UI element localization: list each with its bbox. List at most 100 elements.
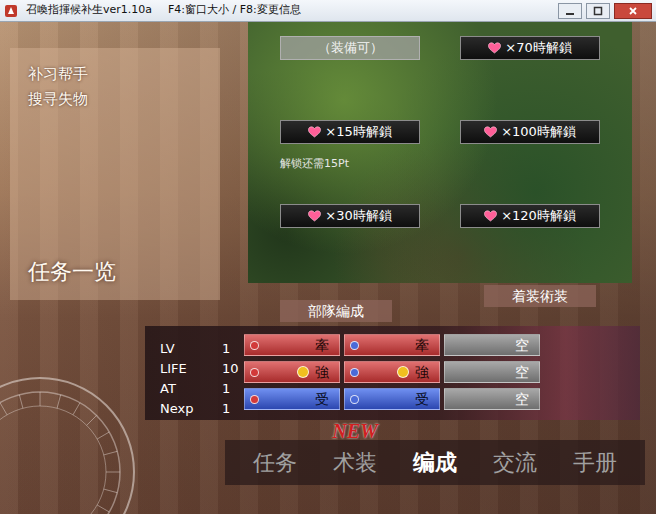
unlock-button[interactable]: ×30時解鎖: [280, 204, 420, 228]
slot-gem-icon: [397, 366, 409, 378]
slot-gem-icon: [250, 341, 259, 350]
unlock-cell: ×15時解鎖解锁还需15Pt: [280, 120, 420, 204]
unlock-grid: （装備可）×70時解鎖×15時解鎖解锁还需15Pt×100時解鎖×30時解鎖×1…: [280, 36, 632, 288]
unlock-button[interactable]: ×100時解鎖: [460, 120, 600, 144]
slot-label[interactable]: 強: [415, 362, 429, 382]
slot-label[interactable]: 空: [515, 362, 529, 382]
formation-slot[interactable]: 強: [344, 361, 440, 383]
formation-slot[interactable]: 強: [244, 361, 340, 383]
maximize-icon[interactable]: [593, 6, 603, 16]
window-title: 召喚指揮候补生ver1.10a: [26, 2, 152, 19]
unlock-label[interactable]: ×120時解鎖: [501, 206, 576, 226]
menu-tab[interactable]: 交流: [475, 440, 555, 485]
unlock-button[interactable]: ×15時解鎖: [280, 120, 420, 144]
formation-slot[interactable]: 受: [344, 388, 440, 410]
slot-label[interactable]: 牽: [415, 335, 429, 355]
unlock-button[interactable]: （装備可）: [280, 36, 420, 60]
formation-slot[interactable]: 空: [444, 361, 540, 383]
section-labels: 部隊編成 着装術装: [248, 283, 632, 322]
main-menu: 任务术装NEW 编成 交流 手册: [225, 440, 645, 485]
stat-label: LV: [160, 339, 222, 359]
slot-gem-icon: [297, 366, 309, 378]
menu-tab[interactable]: 编成: [395, 440, 475, 485]
app-icon: [4, 4, 18, 18]
stat-label: AT: [160, 379, 222, 399]
unlock-cell: （装備可）: [280, 36, 420, 120]
slot-gem-icon: [350, 395, 359, 404]
slot-label[interactable]: 空: [515, 389, 529, 409]
slot-gem-icon: [250, 395, 259, 404]
hotkey-hint: F4:窗口大小 / F8:変更信息: [168, 2, 301, 19]
unlock-button[interactable]: ×70時解鎖: [460, 36, 600, 60]
unlock-cell: ×30時解鎖: [280, 204, 420, 288]
stat-label: Nexp: [160, 399, 222, 419]
stat-label: LIFE: [160, 359, 222, 379]
stat-value: 1: [222, 339, 230, 359]
unlock-button[interactable]: ×120時解鎖: [460, 204, 600, 228]
stats-list: LV1LIFE10AT1Nexp1: [145, 326, 244, 420]
unlock-label[interactable]: ×70時解鎖: [505, 38, 571, 58]
quest-item[interactable]: 补习帮手: [28, 62, 202, 87]
game-screen: 补习帮手搜寻失物任务一览 （装備可） ×70時解鎖 ×15時解鎖解锁还需15Pt ×10…: [0, 22, 656, 514]
heart-icon: [308, 210, 321, 222]
slot-label[interactable]: 受: [315, 389, 329, 409]
new-badge: NEW: [332, 421, 378, 441]
formation-slot[interactable]: 空: [444, 334, 540, 356]
slot-gem-icon: [350, 368, 359, 377]
unit-formation-band: LV1LIFE10AT1Nexp1牽牽空強強空受受空: [145, 326, 640, 420]
heart-icon: [484, 210, 497, 222]
slot-label[interactable]: 空: [515, 335, 529, 355]
menu-tab-label[interactable]: 术装: [333, 446, 377, 479]
menu-tab[interactable]: 手册: [555, 440, 635, 485]
minimize-button[interactable]: [558, 3, 582, 19]
slot-label[interactable]: 強: [315, 362, 329, 382]
unlock-cell: ×100時解鎖: [460, 120, 600, 204]
equipment-area: （装備可）×70時解鎖×15時解鎖解锁还需15Pt×100時解鎖×30時解鎖×1…: [248, 22, 632, 322]
stat-row: Nexp1: [160, 399, 244, 419]
menu-tab[interactable]: 任务: [235, 440, 315, 485]
stat-value: 1: [222, 379, 230, 399]
unlock-cell: ×120時解鎖: [460, 204, 600, 288]
maximize-button[interactable]: [586, 3, 610, 19]
unlock-cell: ×70時解鎖: [460, 36, 600, 120]
menu-tab-label[interactable]: 任务: [253, 446, 297, 479]
heart-icon: [308, 126, 321, 138]
unlock-label[interactable]: ×30時解鎖: [325, 206, 391, 226]
unlock-note: 解锁还需15Pt: [280, 156, 420, 173]
menu-tab-label[interactable]: 交流: [493, 446, 537, 479]
menu-tab-label[interactable]: 编成: [413, 446, 457, 479]
formation-slot[interactable]: 牽: [244, 334, 340, 356]
close-icon[interactable]: [628, 6, 638, 16]
quest-item[interactable]: 搜寻失物: [28, 87, 202, 112]
stat-value: 10: [222, 359, 239, 379]
slot-gem-icon: [350, 341, 359, 350]
unlock-label[interactable]: ×15時解鎖: [325, 122, 391, 142]
formation-slot[interactable]: 空: [444, 388, 540, 410]
heart-icon: [488, 42, 501, 54]
slot-label[interactable]: 牽: [315, 335, 329, 355]
minimize-icon[interactable]: [565, 6, 575, 16]
stat-row: LIFE10: [160, 359, 244, 379]
slot-label[interactable]: 受: [415, 389, 429, 409]
heart-icon: [484, 126, 497, 138]
outfit-label[interactable]: 着装術装: [484, 285, 596, 307]
unlock-label[interactable]: ×100時解鎖: [501, 122, 576, 142]
compass-emblem-icon: [0, 374, 138, 514]
close-button[interactable]: [614, 3, 652, 19]
title-bar: 召喚指揮候补生ver1.10a F4:窗口大小 / F8:変更信息: [0, 0, 656, 22]
stat-row: LV1: [160, 339, 244, 359]
menu-tab[interactable]: 术装NEW: [315, 440, 395, 485]
upper-area: 补习帮手搜寻失物任务一览 （装備可） ×70時解鎖 ×15時解鎖解锁还需15Pt ×10…: [0, 22, 656, 326]
stat-row: AT1: [160, 379, 244, 399]
quest-panel: 补习帮手搜寻失物任务一览: [10, 48, 220, 300]
formation-slot[interactable]: 受: [244, 388, 340, 410]
slot-grid: 牽牽空強強空受受空: [244, 326, 540, 420]
slot-gem-icon: [250, 368, 259, 377]
formation-label: 部隊編成: [280, 300, 392, 322]
unlock-label[interactable]: （装備可）: [318, 38, 383, 58]
stat-value: 1: [222, 399, 230, 419]
window-controls: [558, 3, 652, 19]
quest-list-heading[interactable]: 任务一览: [28, 255, 202, 288]
formation-slot[interactable]: 牽: [344, 334, 440, 356]
menu-tab-label[interactable]: 手册: [573, 446, 617, 479]
